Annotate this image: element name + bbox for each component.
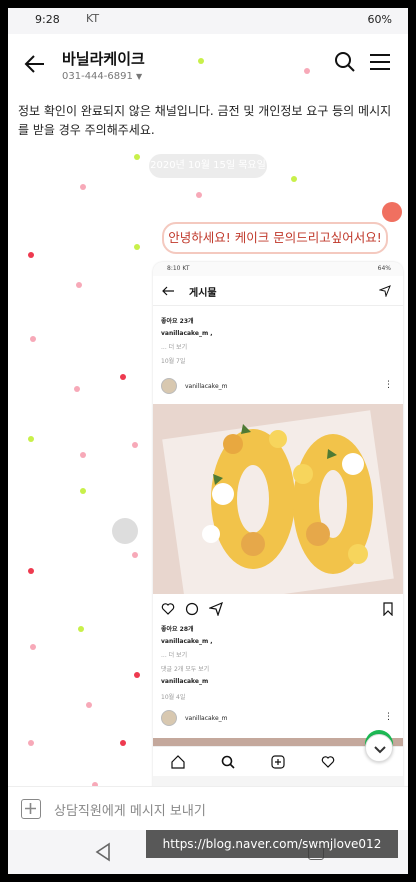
- message-input[interactable]: 상담직원에게 메시지 보내기: [54, 800, 206, 819]
- date-separator: 2020년 10월 15일 목요일: [149, 154, 267, 178]
- cake-photo: [153, 404, 403, 594]
- scroll-down-button[interactable]: [365, 734, 393, 762]
- confetti-dot: [30, 644, 36, 650]
- date-top: 10월 7일: [161, 358, 186, 365]
- more-top: ... 더 보기: [161, 344, 188, 351]
- embedded-title: 게시물: [189, 288, 217, 299]
- caption-account: vanillacake_m ,: [161, 638, 213, 645]
- confetti-dot: [132, 552, 138, 558]
- back-arrow-icon[interactable]: [24, 54, 46, 74]
- confetti-dot: [28, 252, 34, 258]
- search-icon: [221, 755, 235, 769]
- confetti-dot: [80, 184, 86, 190]
- confetti-dot: [74, 386, 80, 392]
- account-name: vanillacake_m: [185, 383, 228, 390]
- confetti-dot: [134, 672, 140, 678]
- confetti-dot: [86, 702, 92, 708]
- confetti-dot: [28, 740, 34, 746]
- comment-icon[interactable]: [185, 602, 199, 616]
- confetti-dot: [80, 452, 86, 458]
- add-post-icon: [271, 755, 285, 769]
- back-triangle-icon[interactable]: [94, 842, 112, 862]
- hamburger-menu-icon[interactable]: [368, 52, 392, 72]
- confetti-dot: [132, 442, 138, 448]
- status-battery: 60%: [367, 13, 392, 26]
- post-date: 10월 4일: [161, 694, 186, 701]
- more-options-icon: ⋮: [384, 712, 393, 722]
- chevron-down-icon: ▼: [136, 72, 143, 81]
- heart-icon[interactable]: [161, 602, 175, 616]
- confetti-dot: [134, 244, 140, 250]
- confetti-dot: [304, 68, 310, 74]
- confetti-dot: [198, 58, 204, 64]
- message-input-bar: 상담직원에게 메시지 보내기: [8, 786, 408, 830]
- chevron-down-icon: [374, 746, 386, 754]
- strawberry-sticker-icon: [382, 202, 402, 222]
- channel-notice: 정보 확인이 완료되지 않은 채널입니다. 금전 및 개인정보 요구 등의 메시…: [18, 104, 392, 137]
- comment-account: vanillacake_m: [161, 678, 209, 685]
- chat-area[interactable]: 정보 확인이 완료되지 않은 채널입니다. 금전 및 개인정보 요구 등의 메시…: [8, 58, 408, 868]
- status-time: 9:28: [35, 13, 60, 26]
- search-icon[interactable]: [334, 51, 356, 73]
- channel-phone[interactable]: 031-444-6891 ▼: [62, 71, 142, 82]
- add-attachment-icon[interactable]: [21, 799, 41, 819]
- phone-number: 031-444-6891: [62, 71, 133, 82]
- account-name-2: vanillacake_m: [185, 715, 228, 722]
- attached-image[interactable]: 8:10 KT 64% 게시물 좋아요 23개 vanillacake_m , …: [153, 262, 403, 868]
- confetti-dot: [120, 374, 126, 380]
- paper-plane-icon: [379, 285, 391, 297]
- confetti-dot: [28, 568, 34, 574]
- account-top: vanillacake_m ,: [161, 330, 213, 337]
- chat-header: 바닐라케이크 031-444-6891 ▼: [8, 34, 408, 92]
- confetti-dot: [196, 192, 202, 198]
- cake-illustration: [162, 410, 394, 594]
- confetti-dot: [78, 626, 84, 632]
- share-icon[interactable]: [209, 602, 223, 616]
- more-options-icon: ⋮: [384, 380, 393, 390]
- likes-top: 좋아요 23개: [161, 318, 194, 325]
- heart-icon: [321, 756, 335, 768]
- confetti-dot: [120, 740, 126, 746]
- embedded-status-time: 8:10 KT: [167, 265, 190, 272]
- status-bar: 9:28 KT 60%: [8, 8, 408, 34]
- home-icon: [171, 755, 185, 769]
- confetti-dot: [291, 176, 297, 182]
- channel-title: 바닐라케이크: [62, 50, 145, 68]
- back-arrow-icon: [162, 286, 174, 296]
- status-carrier: KT: [86, 12, 100, 25]
- watermark: https://blog.naver.com/swmjlove012: [146, 830, 398, 858]
- chat-bubble-icon[interactable]: [112, 518, 138, 544]
- confetti-dot: [76, 282, 82, 288]
- likes-count: 좋아요 28개: [161, 626, 194, 633]
- bookmark-icon[interactable]: [381, 602, 395, 616]
- confetti-dot: [80, 488, 86, 494]
- embedded-header: 게시물: [153, 276, 403, 306]
- embedded-status-battery: 64%: [377, 265, 391, 272]
- post-actions: [153, 598, 403, 620]
- plus-icon: [25, 803, 36, 814]
- avatar: [161, 710, 177, 726]
- message-bubble[interactable]: 안녕하세요! 케이크 문의드리고싶어서요!: [162, 222, 388, 254]
- confetti-dot: [30, 336, 36, 342]
- embedded-status-bar: 8:10 KT 64%: [153, 262, 403, 276]
- confetti-dot: [134, 154, 140, 160]
- caption-more: ... 더 보기: [161, 652, 188, 659]
- comments-link: 댓글 2개 모두 보기: [161, 666, 210, 673]
- app-window: 9:28 KT 60% 바닐라케이크 031-444-6891 ▼ 정보 확인이…: [8, 8, 408, 874]
- avatar: [161, 378, 177, 394]
- confetti-dot: [28, 436, 34, 442]
